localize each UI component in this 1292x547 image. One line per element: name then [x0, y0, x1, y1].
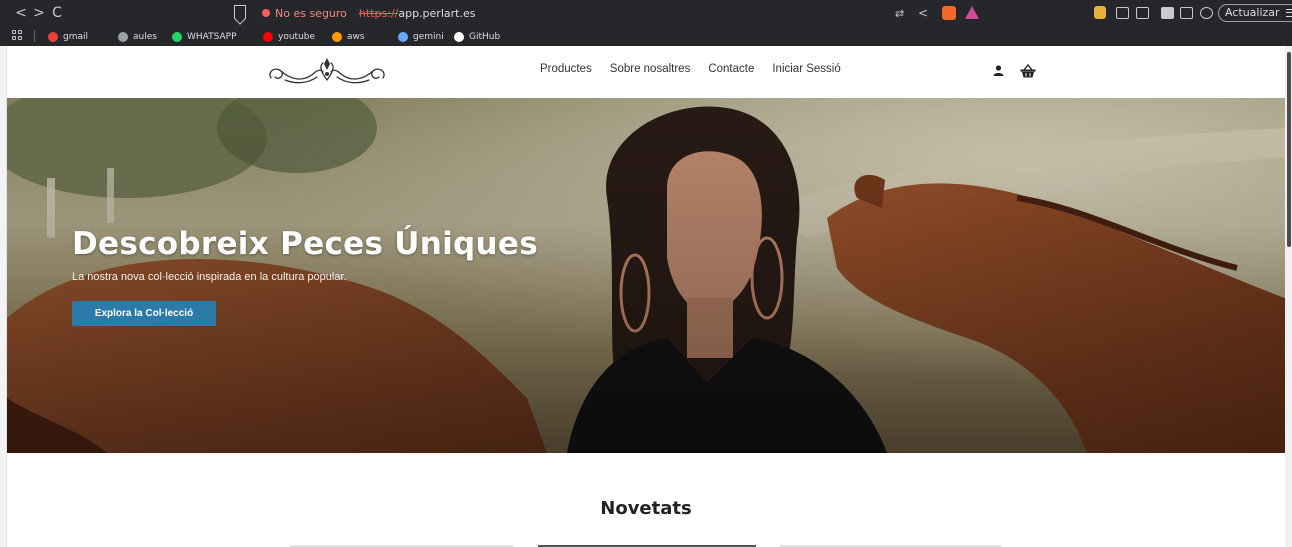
- browser-toolbar: < > C No es seguro https:// app.perlart.…: [0, 0, 1292, 46]
- user-icon[interactable]: [993, 65, 1004, 76]
- vpn-icon[interactable]: [1200, 7, 1213, 19]
- address-bar[interactable]: No es seguro https:// app.perlart.es: [256, 4, 888, 22]
- whatsapp-icon: [172, 31, 182, 42]
- bookmark-label: GitHub: [469, 31, 501, 42]
- brave-shields-icon[interactable]: [942, 6, 956, 20]
- site-header: Productes Sobre nosaltres Contacte Inici…: [7, 46, 1285, 98]
- extensions-icon[interactable]: [1116, 7, 1129, 19]
- bookmark-label: WHATSAPP: [187, 31, 237, 42]
- scrollbar-thumb[interactable]: [1287, 52, 1291, 247]
- warning-icon: [262, 9, 270, 17]
- bookmark-github[interactable]: GitHub: [454, 27, 500, 46]
- youtube-icon: [263, 31, 273, 42]
- page-left-gutter: [0, 46, 7, 547]
- tab-search-icon[interactable]: [1180, 7, 1193, 19]
- bookmark-youtube[interactable]: youtube: [263, 27, 315, 46]
- bookmark-label: gemini: [413, 31, 444, 42]
- update-button[interactable]: Actualizar: [1218, 4, 1292, 22]
- bookmark-gmail[interactable]: gmail: [48, 27, 88, 46]
- forward-button[interactable]: >: [30, 0, 48, 26]
- sidebar-toggle-icon[interactable]: [1161, 7, 1174, 19]
- update-label: Actualizar: [1225, 6, 1280, 19]
- security-label: No es seguro: [275, 6, 347, 20]
- back-button[interactable]: <: [12, 0, 30, 26]
- explore-collection-button[interactable]: Explora la Col·lecció: [72, 301, 216, 326]
- wallet-icon[interactable]: [1094, 6, 1106, 19]
- main-nav: Productes Sobre nosaltres Contacte Inici…: [540, 63, 859, 75]
- bookmark-separator: [34, 30, 35, 42]
- gmail-icon: [48, 31, 58, 42]
- bookmark-gemini[interactable]: gemini: [398, 27, 444, 46]
- security-indicator[interactable]: No es seguro: [262, 7, 347, 20]
- section-title-novetats: Novetats: [600, 498, 692, 519]
- web-page: Productes Sobre nosaltres Contacte Inici…: [7, 46, 1285, 547]
- hero-subtitle: La nostra nova col·lecció inspirada en l…: [72, 271, 347, 283]
- url-host: app.perlart.es: [398, 6, 476, 20]
- gemini-icon: [398, 31, 408, 42]
- menu-icon: [1285, 9, 1292, 17]
- bookmark-label: aws: [347, 31, 365, 42]
- aules-icon: [118, 31, 128, 42]
- bookmark-aules[interactable]: aules: [118, 27, 157, 46]
- bookmark-page-icon[interactable]: [234, 5, 246, 19]
- reload-button[interactable]: C: [48, 0, 66, 26]
- nav-link-contacte[interactable]: Contacte: [708, 63, 754, 75]
- basket-icon[interactable]: [1020, 64, 1036, 78]
- ornamental-logo[interactable]: [265, 54, 389, 90]
- bookmark-aws[interactable]: aws: [332, 27, 365, 46]
- github-icon: [454, 31, 464, 42]
- hero-banner: Descobreix Peces Úniques La nostra nova …: [7, 98, 1285, 453]
- bookmark-label: gmail: [63, 31, 88, 42]
- url-scheme: https://: [358, 6, 399, 20]
- bookmark-whatsapp[interactable]: WHATSAPP: [172, 27, 237, 46]
- translate-icon[interactable]: ⇄: [895, 4, 904, 22]
- aws-icon: [332, 31, 342, 42]
- nav-link-sobre-nosaltres[interactable]: Sobre nosaltres: [610, 63, 691, 75]
- nav-link-iniciar-sessio[interactable]: Iniciar Sessió: [772, 63, 840, 75]
- apps-icon[interactable]: [12, 30, 23, 41]
- bookmark-label: aules: [133, 31, 157, 42]
- share-icon[interactable]: <: [918, 4, 928, 22]
- nav-link-productes[interactable]: Productes: [540, 63, 592, 75]
- brave-rewards-icon[interactable]: [965, 6, 979, 19]
- reading-list-icon[interactable]: [1136, 7, 1149, 19]
- bookmark-label: youtube: [278, 31, 316, 42]
- hero-title: Descobreix Peces Úniques: [72, 226, 538, 262]
